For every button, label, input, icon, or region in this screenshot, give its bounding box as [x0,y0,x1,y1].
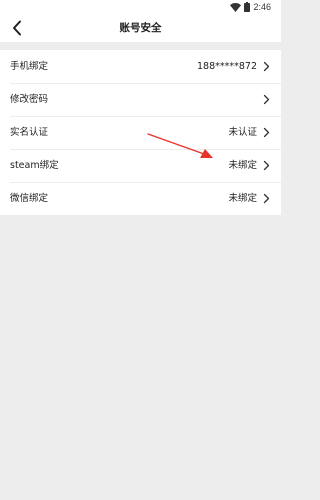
item-label: 手机绑定 [10,61,49,72]
chevron-right-icon [263,61,270,72]
settings-item-change-password[interactable]: 修改密码 [0,83,281,116]
battery-icon [244,2,251,12]
settings-item-steam-binding[interactable]: steam绑定 未绑定 [0,149,281,182]
settings-item-wechat-binding[interactable]: 微信绑定 未绑定 [0,182,281,215]
item-value: 未绑定 [228,193,257,204]
settings-item-phone-binding[interactable]: 手机绑定 188*****872 [0,50,281,83]
item-value: 未绑定 [228,160,257,171]
status-bar: 2:46 [0,0,281,14]
nav-bar: 账号安全 [0,14,281,42]
chevron-right-icon [263,193,270,204]
item-label: 实名认证 [10,127,49,138]
chevron-right-icon [263,160,270,171]
item-label: 微信绑定 [10,193,49,204]
chevron-right-icon [263,94,270,105]
chevron-right-icon [263,127,270,138]
settings-item-real-name-verification[interactable]: 实名认证 未认证 [0,116,281,149]
item-label: 修改密码 [10,94,49,105]
page-title: 账号安全 [119,22,162,34]
item-value: 188*****872 [196,61,257,72]
wifi-icon [230,2,242,12]
status-icons: 2:46 [230,1,271,13]
item-label: steam绑定 [10,160,59,171]
settings-list: 手机绑定 188*****872 修改密码 实名认证 未认证 steam绑定 未… [0,50,281,215]
item-value: 未认证 [228,127,257,138]
status-time: 2:46 [253,2,271,12]
